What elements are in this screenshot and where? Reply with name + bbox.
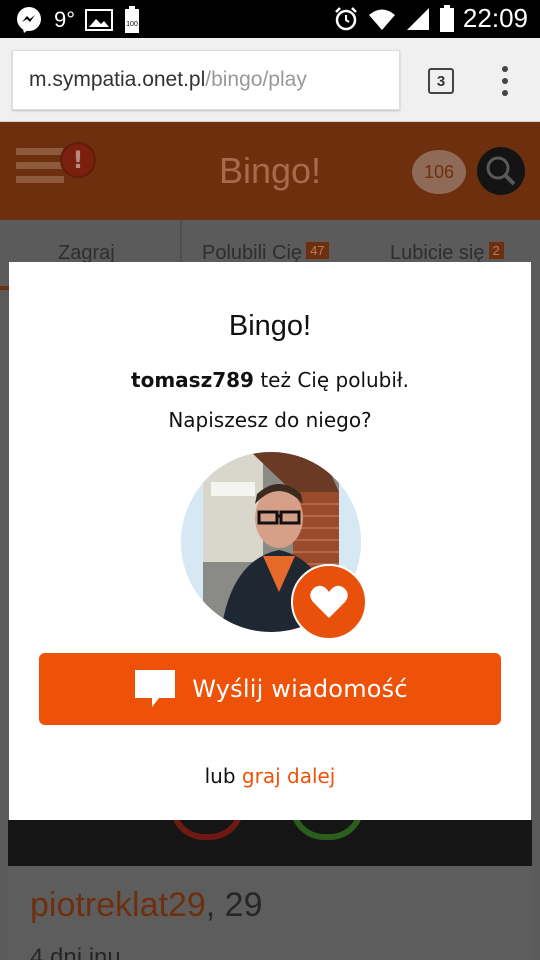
image-icon [85,9,114,31]
profile-nick[interactable]: piotreklat29 [30,886,206,924]
tab-play-label: Zagraj [58,242,115,264]
profile-age: , 29 [205,886,263,924]
browser-menu-icon[interactable] [499,66,511,96]
match-liked-text: też Cię polubił. [253,368,409,392]
url-path: /bingo/play [205,68,307,91]
heart-badge [291,564,367,640]
url-host: m.sympatia.onet.pl [29,68,206,91]
tab-mutual-likes-label: Lubicie się [390,242,485,264]
profile-name: piotreklat29, 29 [30,886,263,925]
background-card [8,820,532,866]
bingo-modal: Bingo! tomasz789 też Cię polubił. Napisz… [9,262,531,820]
temperature: 9° [54,7,76,32]
tab-switcher-button[interactable]: 3 [428,68,454,94]
tab-mutual-likes-count: 2 [488,242,504,259]
match-message: tomasz789 też Cię polubił. [9,368,531,392]
clock: 22:09 [462,3,528,33]
browser-toolbar: m.sympatia.onet.pl/bingo/play 3 [0,38,540,122]
send-message-label: Wyślij wiadomość [192,675,408,703]
battery-full-icon: 100 [125,6,140,33]
match-question: Napiszesz do niego? [168,408,372,432]
messenger-icon [17,7,41,33]
messages-count-icon[interactable]: 106 [412,150,466,194]
search-icon[interactable] [476,146,526,196]
wifi-icon [368,9,395,30]
modal-footer: lub graj dalej [9,764,531,788]
app-header: ! Bingo! 106 [0,122,540,220]
heart-icon [310,585,348,618]
signal-icon [406,7,429,30]
battery-icon [439,4,454,32]
tab-liked-you-count: 47 [306,242,329,259]
message-bubble-icon [135,670,176,707]
send-message-button[interactable]: Wyślij wiadomość [39,653,501,725]
status-bar: 9° 100 22:09 [0,0,540,38]
footer-prefix: lub [204,764,242,788]
match-username: tomasz789 [131,368,254,392]
tab-liked-you-label: Polubili Cię [202,242,303,264]
alarm-icon [335,6,357,30]
keep-playing-link[interactable]: graj dalej [242,764,335,788]
modal-title: Bingo! [228,310,312,342]
url-bar[interactable]: m.sympatia.onet.pl/bingo/play [12,50,400,110]
profile-subtext: 4 dni inu [30,944,121,960]
battery-level-label: 100 [126,21,138,28]
